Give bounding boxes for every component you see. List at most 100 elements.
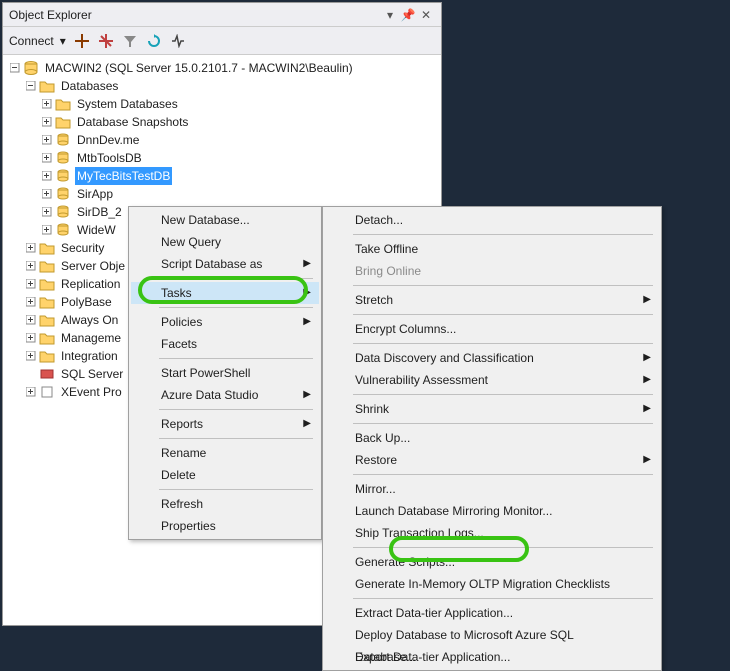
database-icon bbox=[55, 150, 71, 166]
menu-label: Bring Online bbox=[355, 264, 421, 278]
menu-label: Stretch bbox=[355, 293, 393, 307]
menu-separator bbox=[353, 394, 653, 395]
database-snapshots-folder[interactable]: Database Snapshots bbox=[5, 113, 439, 131]
pin-icon[interactable]: 📌 bbox=[399, 3, 417, 27]
db-node[interactable]: SirApp bbox=[5, 185, 439, 203]
menu-separator bbox=[353, 547, 653, 548]
folder-icon bbox=[39, 78, 55, 94]
panel-title-bar: Object Explorer ▾ 📌 ✕ bbox=[3, 3, 441, 27]
menu-azure-data-studio[interactable]: Azure Data Studio ▶ bbox=[131, 384, 319, 406]
database-icon bbox=[55, 132, 71, 148]
folder-icon bbox=[55, 114, 71, 130]
menu-label: Export Data-tier Application... bbox=[355, 650, 510, 664]
menu-tasks[interactable]: Tasks▶ bbox=[131, 282, 319, 304]
menu-generate-scripts[interactable]: Generate Scripts... bbox=[325, 551, 659, 573]
menu-export-dac[interactable]: Export Data-tier Application... bbox=[325, 646, 659, 668]
toolbar: Connect ▾ bbox=[3, 27, 441, 55]
menu-data-discovery[interactable]: Data Discovery and Classification▶ bbox=[325, 347, 659, 369]
submenu-arrow-icon: ▶ bbox=[303, 413, 311, 435]
submenu-arrow-icon: ▶ bbox=[643, 398, 651, 420]
menu-ship-logs[interactable]: Ship Transaction Logs... bbox=[325, 522, 659, 544]
menu-separator bbox=[159, 438, 313, 439]
db-node-selected[interactable]: MyTecBitsTestDB bbox=[5, 167, 439, 185]
menu-stretch[interactable]: Stretch ▶ bbox=[325, 289, 659, 311]
menu-separator bbox=[353, 343, 653, 344]
db-label: DnnDev.me bbox=[75, 131, 141, 149]
menu-take-offline[interactable]: Take Offline bbox=[325, 238, 659, 260]
connect-dropdown-button[interactable]: ▾ bbox=[60, 27, 68, 55]
menu-delete[interactable]: Delete bbox=[131, 464, 319, 486]
window-menu-button[interactable]: ▾ bbox=[381, 3, 399, 27]
sql-server-agent-label: SQL Server bbox=[59, 365, 125, 383]
integration-label: Integration bbox=[59, 347, 120, 365]
folder-icon bbox=[39, 348, 55, 364]
menu-extract-dac[interactable]: Extract Data-tier Application... bbox=[325, 602, 659, 624]
menu-label: Tasks bbox=[161, 286, 192, 300]
submenu-arrow-icon: ▶ bbox=[303, 384, 311, 406]
menu-bring-online[interactable]: Bring Online bbox=[325, 260, 659, 282]
menu-separator bbox=[159, 358, 313, 359]
database-icon bbox=[55, 168, 71, 184]
submenu-arrow-icon: ▶ bbox=[643, 449, 651, 471]
panel-title: Object Explorer bbox=[9, 3, 381, 27]
refresh-icon[interactable] bbox=[144, 31, 164, 51]
menu-separator bbox=[353, 285, 653, 286]
menu-label: Restore bbox=[355, 453, 397, 467]
menu-separator bbox=[353, 234, 653, 235]
menu-shrink[interactable]: Shrink ▶ bbox=[325, 398, 659, 420]
db-label: SirApp bbox=[75, 185, 115, 203]
system-databases-folder[interactable]: System Databases bbox=[5, 95, 439, 113]
menu-properties[interactable]: Properties bbox=[131, 515, 319, 537]
submenu-arrow-icon: ▶ bbox=[643, 289, 651, 311]
menu-label: New Query bbox=[161, 235, 221, 249]
menu-start-powershell[interactable]: Start PowerShell bbox=[131, 362, 319, 384]
folder-icon bbox=[39, 258, 55, 274]
menu-new-query[interactable]: New Query bbox=[131, 231, 319, 253]
menu-label: Launch Database Mirroring Monitor... bbox=[355, 504, 552, 518]
connect-button[interactable]: Connect bbox=[9, 27, 56, 55]
activity-icon[interactable] bbox=[168, 31, 188, 51]
menu-rename[interactable]: Rename bbox=[131, 442, 319, 464]
folder-icon bbox=[39, 240, 55, 256]
menu-deploy-azure[interactable]: Deploy Database to Microsoft Azure SQL D… bbox=[325, 624, 659, 646]
menu-mirror-monitor[interactable]: Launch Database Mirroring Monitor... bbox=[325, 500, 659, 522]
menu-label: Azure Data Studio bbox=[161, 388, 258, 402]
menu-detach[interactable]: Detach... bbox=[325, 209, 659, 231]
folder-icon bbox=[39, 276, 55, 292]
menu-vulnerability-assessment[interactable]: Vulnerability Assessment▶ bbox=[325, 369, 659, 391]
database-icon bbox=[55, 186, 71, 202]
db-node[interactable]: MtbToolsDB bbox=[5, 149, 439, 167]
menu-generate-inmemory[interactable]: Generate In-Memory OLTP Migration Checkl… bbox=[325, 573, 659, 595]
menu-label: Reports bbox=[161, 417, 203, 431]
folder-icon bbox=[39, 312, 55, 328]
menu-restore[interactable]: Restore ▶ bbox=[325, 449, 659, 471]
menu-label: Encrypt Columns... bbox=[355, 322, 456, 336]
agent-icon bbox=[39, 366, 55, 382]
disconnect-icon[interactable] bbox=[96, 31, 116, 51]
filter-icon[interactable] bbox=[120, 31, 140, 51]
menu-label: Shrink bbox=[355, 402, 389, 416]
menu-label: Detach... bbox=[355, 213, 403, 227]
menu-label: Script Database as bbox=[161, 257, 262, 271]
databases-folder[interactable]: Databases bbox=[5, 77, 439, 95]
menu-facets[interactable]: Facets bbox=[131, 333, 319, 355]
close-icon[interactable]: ✕ bbox=[417, 3, 435, 27]
submenu-arrow-icon: ▶ bbox=[643, 369, 651, 391]
menu-back-up[interactable]: Back Up... bbox=[325, 427, 659, 449]
database-snapshots-label: Database Snapshots bbox=[75, 113, 190, 131]
menu-label: Mirror... bbox=[355, 482, 396, 496]
db-label-selected: MyTecBitsTestDB bbox=[75, 167, 172, 185]
menu-separator bbox=[159, 409, 313, 410]
menu-refresh[interactable]: Refresh bbox=[131, 493, 319, 515]
menu-mirror[interactable]: Mirror... bbox=[325, 478, 659, 500]
folder-icon bbox=[39, 294, 55, 310]
menu-policies[interactable]: Policies▶ bbox=[131, 311, 319, 333]
menu-script-database-as[interactable]: Script Database as▶ bbox=[131, 253, 319, 275]
menu-new-database[interactable]: New Database... bbox=[131, 209, 319, 231]
menu-reports[interactable]: Reports ▶ bbox=[131, 413, 319, 435]
db-node[interactable]: DnnDev.me bbox=[5, 131, 439, 149]
submenu-arrow-icon: ▶ bbox=[303, 311, 311, 333]
connect-icon[interactable] bbox=[72, 31, 92, 51]
server-node[interactable]: MACWIN2 (SQL Server 15.0.2101.7 - MACWIN… bbox=[5, 59, 439, 77]
menu-encrypt-columns[interactable]: Encrypt Columns... bbox=[325, 318, 659, 340]
